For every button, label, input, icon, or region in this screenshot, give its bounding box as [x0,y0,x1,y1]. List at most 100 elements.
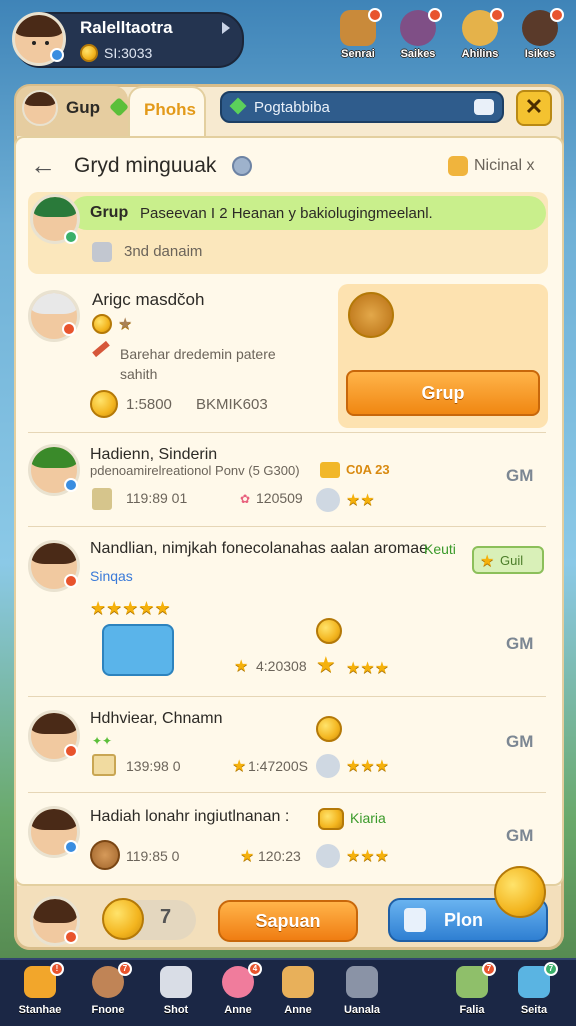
sword-icon [316,844,340,868]
info-icon[interactable] [232,156,252,176]
row-time: 4:20308 [256,658,307,674]
featured-line2: sahith [120,366,158,382]
row-reward: C0A 23 [346,462,390,477]
featured-line1: Barehar dredemin patere [120,346,276,362]
bottom-badge-icon [64,930,78,944]
gm-button[interactable]: GM [506,466,533,486]
nav-label: Uanala [343,1004,381,1016]
primary-action-button[interactable]: Sapuan [218,900,358,942]
gm-button[interactable]: GM [506,634,533,654]
panel-title: Gryd minguuak [74,154,217,177]
row-code: 1:47200S [248,758,308,774]
row-badge-icon [64,744,78,758]
row-badge-icon [64,574,78,588]
nav-item-anne[interactable]: 4 Anne [210,962,266,1022]
row-stars: ★★ [346,492,375,509]
star-icon: ★ [240,848,255,865]
tab-gup[interactable]: Gup [16,86,129,136]
row-code: 120:23 [258,848,301,864]
cookie-character-icon [348,292,394,338]
nav-item-uanala[interactable]: Uanala [334,962,390,1022]
row-badge-icon [64,840,78,854]
guild-chip[interactable]: ★ Guil [472,546,544,574]
sparkle-icon [229,97,247,115]
nav-item-falia[interactable]: 7 Falia [444,962,500,1022]
row-title: Nandlian, nimjkah fonecolanahas aalan ar… [90,540,428,557]
coin-icon [80,44,98,62]
star-icon: ★ [118,316,133,333]
search-text: Pogtabbiba [254,99,330,116]
coin-stack-icon [318,808,344,830]
tab-phohs[interactable]: Phohs [128,86,206,136]
nav-item-seita[interactable]: 7 Seita [506,962,562,1022]
gift-box-icon [404,908,426,932]
group-join-button[interactable]: Grup [346,370,540,416]
notification-dot-icon [550,8,564,22]
nav-label: Anne [284,1004,312,1016]
coin-balance: SI:3033 [104,45,153,61]
featured-badge-icon [62,322,76,336]
player-name: Ralelltaotra [80,18,173,37]
banner-title: Grup [90,204,129,221]
group-join-button-label: Grup [421,383,465,403]
card-icon [92,488,112,510]
verified-badge-icon [50,48,64,62]
back-arrow-icon[interactable]: ← [30,150,56,181]
nav-item-shot[interactable]: Shot [148,962,204,1022]
top-character-button[interactable]: Saikes [392,8,444,66]
coin-icon [102,898,144,940]
gm-button[interactable]: GM [506,826,533,846]
nav-badge: 7 [482,962,496,976]
play-arrow-icon[interactable] [222,22,230,34]
nav-item-stanhae[interactable]: ! Stanhae [12,962,68,1022]
row-title: Hadienn, Sinderin [90,446,218,463]
row-badge-icon [64,478,78,492]
top-icon-label: Isikes [524,48,556,60]
camera-icon[interactable] [474,99,494,115]
top-shop-button[interactable]: Senrai [332,8,384,66]
row-time: 139:98 0 [126,758,181,774]
document-icon [92,242,112,262]
secondary-action-label: Plon [444,910,483,930]
nav-badge: ! [50,962,64,976]
divider [28,432,546,433]
cookie-icon [90,840,120,870]
controller-icon [346,966,378,998]
close-button[interactable]: ✕ [516,90,552,126]
coin-counter: 7 [160,906,172,928]
featured-stat: 1:5800 [126,396,172,413]
row-stars: ★★★ [346,660,390,677]
top-hero-button[interactable]: Ahilins [454,8,506,66]
row-code: 120509 [256,490,303,506]
divider [28,696,546,697]
filter-icon [448,156,468,176]
nav-item-anne-gift[interactable]: Anne [270,962,326,1022]
row-title: Hadiah lonahr ingiutlnanan : [90,808,290,825]
treasure-reward-icon [102,624,174,676]
row-title: Hdhviear, Chnamn [90,710,223,727]
tab-avatar [22,90,58,126]
nav-label: Stanhae [18,1004,62,1016]
sword-icon [316,488,340,512]
flower-icon: ✿ [240,492,251,506]
nav-item-fnone[interactable]: 7 Fnone [80,962,136,1022]
row-stars: ★★★ [346,758,390,775]
mascot-coin-icon [494,866,546,918]
tab-gup-label: Gup [66,98,100,117]
filter-label[interactable]: Nicinal x [474,157,534,175]
row-tag: Kiaria [350,810,386,826]
top-icon-label: Saikes [400,48,436,60]
row-description: pdenoamirelreationol Ponv (5 G300) [90,463,300,478]
top-girl-button[interactable]: Isikes [514,8,566,66]
banner-badge-icon [64,230,78,244]
chest-icon [320,462,340,478]
gm-button[interactable]: GM [506,732,533,752]
banner-subtitle: 3nd danaim [124,243,203,260]
top-icon-label: Senrai [341,48,375,60]
search-bar[interactable]: Pogtabbiba [220,91,504,123]
star-icon: ★ [234,658,249,675]
coin-icon [90,390,118,418]
primary-action-label: Sapuan [255,911,321,931]
coin-icon [316,618,342,644]
row-time: 119:89 01 [126,490,188,506]
